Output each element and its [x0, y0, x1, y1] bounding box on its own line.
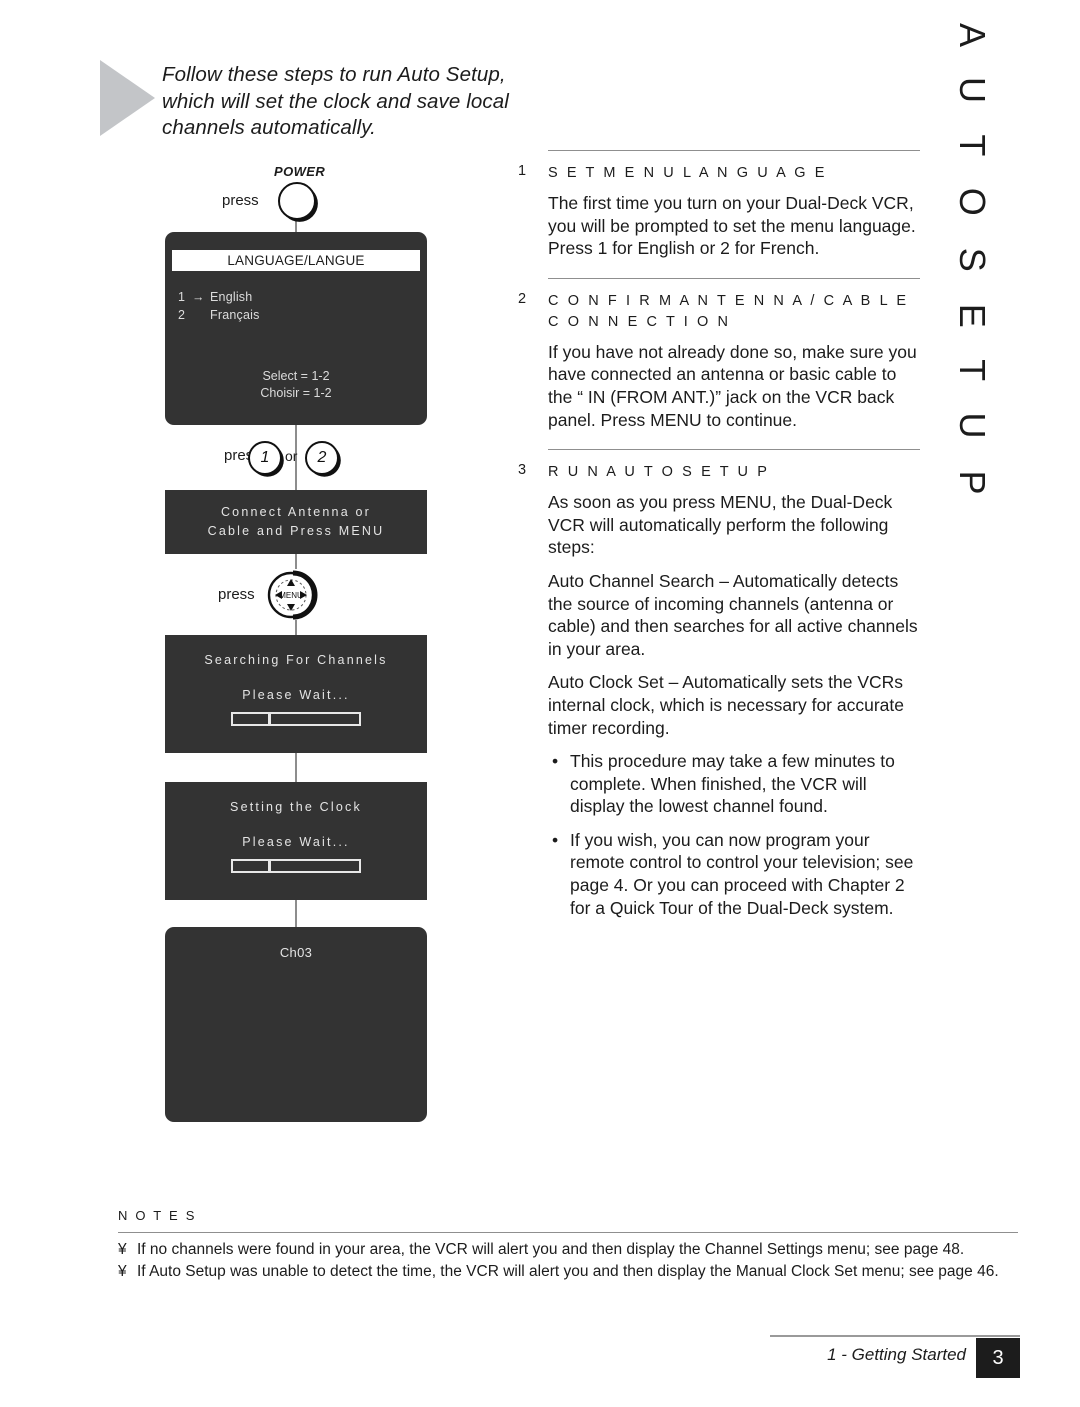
- footer-page-number: 3: [976, 1338, 1020, 1378]
- osd-screen-channel: Ch03: [165, 927, 427, 1122]
- power-button-label: POWER: [274, 164, 326, 179]
- step-3-bullet-2: • If you wish, you can now program your r…: [548, 829, 920, 919]
- menu-dpad-svg: MENU: [267, 570, 318, 620]
- step-1-paragraph-1: The first time you turn on your Dual-Dec…: [548, 193, 916, 259]
- osd-antenna-line-1: Connect Antenna or: [220, 505, 372, 519]
- selection-arrow-icon: →: [192, 290, 205, 304]
- bullet-icon: •: [552, 829, 559, 850]
- osd-searching-wait: Please Wait...: [242, 688, 350, 702]
- flow-connector: [295, 899, 297, 928]
- note-item-text: If Auto Setup was unable to detect the t…: [137, 1263, 999, 1280]
- note-bullet-icon: ¥: [118, 1263, 127, 1280]
- note-bullet-icon: ¥: [118, 1241, 127, 1258]
- flow-connector: [295, 752, 297, 783]
- osd-screen-searching: Searching For Channels Please Wait...: [165, 635, 427, 753]
- notes-section: N O T E S ¥ If no channels were found in …: [118, 1208, 1018, 1284]
- press-label-menu: press: [218, 586, 255, 603]
- osd-language-option-english: 1 → English: [178, 290, 252, 304]
- osd-clock-wait: Please Wait...: [242, 835, 350, 849]
- step-2: 2 C O N F I R M A N T E N N A / C A B L …: [518, 291, 920, 431]
- osd-screen-antenna: Connect Antenna or Cable and Press MENU: [165, 490, 427, 554]
- osd-language-option-french: 2 Français: [178, 308, 260, 322]
- step-2-paragraph-1: If you have not already done so, make su…: [548, 341, 917, 430]
- section-divider: [548, 449, 920, 451]
- chapter-title: A U T O S E T U P: [952, 23, 993, 506]
- osd-language-title: LANGUAGE/LANGUE: [172, 250, 420, 271]
- option-label: Français: [210, 308, 260, 322]
- flow-connector: [295, 620, 297, 636]
- note-item-text: If no channels were found in your area, …: [137, 1241, 965, 1258]
- progress-bar-fill: [233, 861, 271, 871]
- step-3-paragraph-2: Auto Channel Search – Automatically dete…: [548, 570, 918, 659]
- footer-chapter-label: 1 - Getting Started: [827, 1345, 966, 1364]
- step-3-bullet-2-text: If you wish, you can now program your re…: [570, 829, 914, 918]
- number-key-2-button[interactable]: 2: [305, 441, 339, 475]
- osd-language-hint: Select = 1-2 Choisir = 1-2: [165, 368, 427, 402]
- osd-antenna-message: Connect Antenna or Cable and Press MENU: [208, 503, 385, 541]
- bullet-icon: •: [552, 751, 559, 772]
- progress-bar-clock: [231, 859, 361, 873]
- number-key-1-button[interactable]: 1: [248, 441, 282, 475]
- note-item: ¥ If no channels were found in your area,…: [118, 1240, 1018, 1260]
- press-label-power: press: [222, 192, 259, 209]
- osd-channel-number: Ch03: [279, 945, 313, 960]
- step-2-title: C O N F I R M A N T E N N A / C A B L E …: [548, 292, 909, 330]
- flow-connector: [295, 553, 297, 569]
- footer-divider: [770, 1335, 1020, 1337]
- osd-searching-heading: Searching For Channels: [204, 653, 388, 667]
- step-3-paragraph-3: Auto Clock Set – Automatically sets the …: [548, 672, 904, 738]
- setup-flow-diagram: press POWER LANGUAGE/LANGUE 1 → English 2 F…: [0, 0, 500, 1180]
- page-footer: 1 - Getting Started 3: [770, 1335, 1020, 1381]
- section-divider: [548, 150, 920, 151]
- step-3-bullet-1: • This procedure may take a few minutes t…: [548, 750, 920, 818]
- section-divider: [548, 277, 920, 279]
- osd-clock-heading: Setting the Clock: [230, 800, 362, 814]
- instruction-column: 1 S E T M E N U L A N G U A G E The firs…: [518, 150, 920, 937]
- notes-label: N O T E S: [118, 1208, 197, 1223]
- osd-screen-language: LANGUAGE/LANGUE 1 → English 2 Français Sele…: [165, 232, 427, 425]
- or-label: or: [285, 448, 298, 464]
- option-number: 1: [178, 290, 186, 304]
- step-3-title: R U N A U T O S E T U P: [548, 464, 770, 481]
- step-1-title: S E T M E N U L A N G U A G E: [548, 165, 828, 181]
- step-3-number: 3: [518, 462, 527, 479]
- menu-button-text: MENU: [279, 591, 303, 600]
- power-button-icon[interactable]: [278, 182, 316, 220]
- notes-divider: [118, 1232, 1018, 1233]
- osd-hint-french: Choisir = 1-2: [260, 386, 332, 400]
- step-3-bullet-1-text: This procedure may take a few minutes to…: [570, 751, 895, 817]
- step-1-number: 1: [518, 163, 527, 179]
- progress-bar-searching: [231, 712, 361, 726]
- option-number: 2: [178, 308, 186, 322]
- menu-button-icon[interactable]: MENU: [266, 568, 320, 622]
- note-item: ¥ If Auto Setup was unable to detect the …: [118, 1262, 1018, 1282]
- manual-page: Follow these steps to run Auto Setup, wh…: [0, 0, 1080, 1407]
- osd-antenna-line-2: Cable and Press MENU: [207, 524, 385, 538]
- progress-bar-fill: [233, 714, 271, 724]
- option-label: English: [210, 290, 253, 304]
- step-2-number: 2: [518, 290, 527, 307]
- step-1: 1 S E T M E N U L A N G U A G E The firs…: [518, 163, 920, 260]
- osd-screen-clock: Setting the Clock Please Wait...: [165, 782, 427, 900]
- step-3: 3 R U N A U T O S E T U P As soon as you…: [518, 462, 920, 919]
- step-3-paragraph-1: As soon as you press MENU, the Dual-Deck…: [548, 492, 893, 558]
- osd-hint-english: Select = 1-2: [262, 369, 330, 383]
